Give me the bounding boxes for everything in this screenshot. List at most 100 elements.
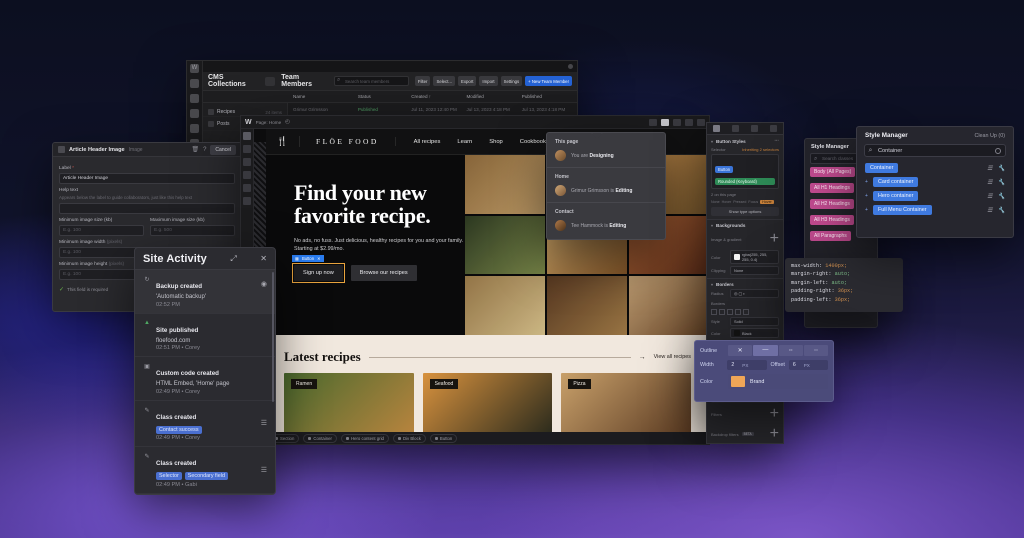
radius-row[interactable]: Radius ◎ ▢ ▪ <box>711 289 779 298</box>
border-side-picker[interactable] <box>711 309 779 315</box>
add-icon[interactable]: + <box>770 425 779 443</box>
new-team-member-button[interactable]: + New Team Member <box>525 76 572 86</box>
class-chip[interactable]: Card container <box>873 177 919 187</box>
recipe-card[interactable]: Pizza <box>561 373 692 432</box>
state-none[interactable]: None <box>711 200 720 204</box>
trash-icon[interactable]: 🗑 <box>191 146 199 153</box>
outline-style-dashed[interactable]: ╌ <box>778 345 803 356</box>
activity-item[interactable]: ▣ Custom code created HTML Embed, 'Home'… <box>135 357 275 401</box>
class-chip[interactable]: All Paragraphs <box>810 231 851 241</box>
style-manager-search-input[interactable]: Container <box>864 144 1006 157</box>
activity-item[interactable]: ✎ Class created Contact success 02:49 PM… <box>135 401 275 447</box>
color-swatch[interactable] <box>731 376 745 387</box>
settings-icon[interactable] <box>243 197 251 205</box>
cms-icon[interactable] <box>190 94 199 103</box>
list-icon[interactable]: ☰ <box>987 165 992 172</box>
wrench-icon[interactable]: 🔧 <box>998 207 1005 214</box>
state-active[interactable]: Hover <box>760 200 774 204</box>
border-all-icon[interactable] <box>711 309 717 315</box>
pages-icon[interactable] <box>243 145 251 153</box>
class-chip[interactable]: Body (All Pages) <box>810 167 856 177</box>
clipping-row[interactable]: Clipping None <box>711 266 779 275</box>
assets-icon[interactable] <box>243 184 251 192</box>
wrench-icon[interactable]: 🔧 <box>998 193 1005 200</box>
close-icon[interactable] <box>568 64 573 69</box>
more-icon[interactable]: ⋯ <box>774 138 779 144</box>
hero-browse-button[interactable]: Browse our recipes <box>350 265 417 282</box>
breadcrumb-div-block[interactable]: Div Block <box>392 433 426 443</box>
nav-link-shop[interactable]: Shop <box>489 139 503 145</box>
nav-link-all-recipes[interactable]: All recipes <box>414 139 441 145</box>
class-chip[interactable]: All H2 Headings <box>810 199 854 209</box>
outline-style-solid[interactable]: — <box>753 345 778 356</box>
state-pressed[interactable]: Pressed <box>733 200 746 204</box>
help-text-input[interactable] <box>59 202 235 214</box>
wrench-icon[interactable]: 🔧 <box>998 179 1005 186</box>
state-hover[interactable]: Hover <box>722 200 732 204</box>
wrench-icon[interactable]: 🔧 <box>998 165 1005 172</box>
activity-item[interactable]: ▲ Site published floefood.com 02:51 PM •… <box>135 314 275 357</box>
class-row[interactable]: Container ☰ 🔧 <box>857 161 1013 175</box>
class-chip[interactable]: Secondary field <box>184 472 228 480</box>
class-row[interactable]: + Hero container ☰ 🔧 <box>857 189 1013 203</box>
tab-settings-icon[interactable] <box>732 125 739 132</box>
help-icon[interactable]: ? <box>203 147 206 153</box>
mobile-portrait-icon[interactable] <box>697 118 705 126</box>
state-focus[interactable]: Focus <box>748 200 758 204</box>
class-chip[interactable]: All H1 Headings <box>810 183 854 193</box>
breadcrumb-container[interactable]: Container <box>303 433 337 443</box>
site-brand[interactable]: FLÖE FOOD <box>300 137 396 146</box>
export-button[interactable]: Export <box>457 76 477 86</box>
selector-chip[interactable]: Button <box>715 166 734 173</box>
tab-style-icon[interactable] <box>713 125 720 132</box>
class-row[interactable]: + Card container ☰ 🔧 <box>857 175 1013 189</box>
add-icon[interactable]: + <box>770 230 779 248</box>
navigator-icon[interactable] <box>243 158 251 166</box>
border-bottom-icon[interactable] <box>735 309 741 315</box>
import-button[interactable]: Import <box>479 76 498 86</box>
label-input[interactable]: Article Header Image <box>59 173 235 184</box>
list-icon[interactable]: ☰ <box>261 419 267 427</box>
min-size-input[interactable]: E.g. 100 <box>59 224 144 236</box>
tablet-breakpoint-icon[interactable] <box>673 118 681 126</box>
border-color-row[interactable]: Color Black <box>711 328 779 338</box>
chevron-down-icon[interactable]: ▾ <box>711 282 713 287</box>
outline-style-dotted[interactable]: ┈ <box>803 345 828 356</box>
mobile-landscape-icon[interactable] <box>685 118 693 126</box>
activity-item[interactable]: ✎ Class created Footer card Footer logo … <box>135 494 275 495</box>
outline-style-none[interactable]: ✕ <box>728 345 753 356</box>
border-left-icon[interactable] <box>743 309 749 315</box>
class-chip[interactable]: Container <box>865 163 899 173</box>
clear-icon[interactable] <box>995 148 1001 154</box>
color-picker[interactable]: Brand <box>728 374 828 389</box>
clean-up-button[interactable]: Clean Up (0) <box>974 133 1005 139</box>
border-right-icon[interactable] <box>727 309 733 315</box>
webflow-logo-icon[interactable]: W <box>245 119 252 126</box>
class-row[interactable]: + Full Menu Container ☰ 🔧 <box>857 203 1013 217</box>
pages-icon[interactable] <box>190 79 199 88</box>
filter-button[interactable]: Filter <box>414 76 431 86</box>
border-top-icon[interactable] <box>719 309 725 315</box>
selector-box[interactable]: Button Rounded (Keyboard) <box>711 154 779 189</box>
backdrop-filters-row[interactable]: Backdrop filters BETA + <box>711 425 779 443</box>
assets-icon[interactable] <box>190 109 199 118</box>
select-button[interactable]: Select... <box>433 76 455 86</box>
cms-icon[interactable] <box>243 171 251 179</box>
page-breadcrumb[interactable]: Page: Home <box>256 120 282 125</box>
class-chip[interactable]: Selector <box>156 472 182 480</box>
clipping-value[interactable]: None <box>730 266 779 275</box>
nav-link-learn[interactable]: Learn <box>457 139 472 145</box>
width-input[interactable]: 2 PX <box>727 360 767 370</box>
activity-item[interactable]: ✎ Class created Selector Secondary field… <box>135 447 275 494</box>
cms-search-input[interactable]: Search team members <box>333 76 409 86</box>
chevron-down-icon[interactable]: ▾ <box>711 223 713 228</box>
border-style-row[interactable]: Style Solid <box>711 317 779 326</box>
tab-navigator-icon[interactable] <box>770 125 777 132</box>
activity-item[interactable]: ↻ Backup created 'Automatic backup' 02:5… <box>135 270 275 314</box>
image-gradient-row[interactable]: Image & gradient + <box>711 230 779 248</box>
list-icon[interactable]: ☰ <box>987 207 992 214</box>
selection-tag-close-icon[interactable]: ✕ <box>317 256 321 261</box>
bg-color-value[interactable]: rgba(255, 255, 255, 0.4) <box>730 250 779 264</box>
radius-value[interactable]: ◎ ▢ ▪ <box>730 289 779 298</box>
border-style-value[interactable]: Solid <box>730 317 779 326</box>
